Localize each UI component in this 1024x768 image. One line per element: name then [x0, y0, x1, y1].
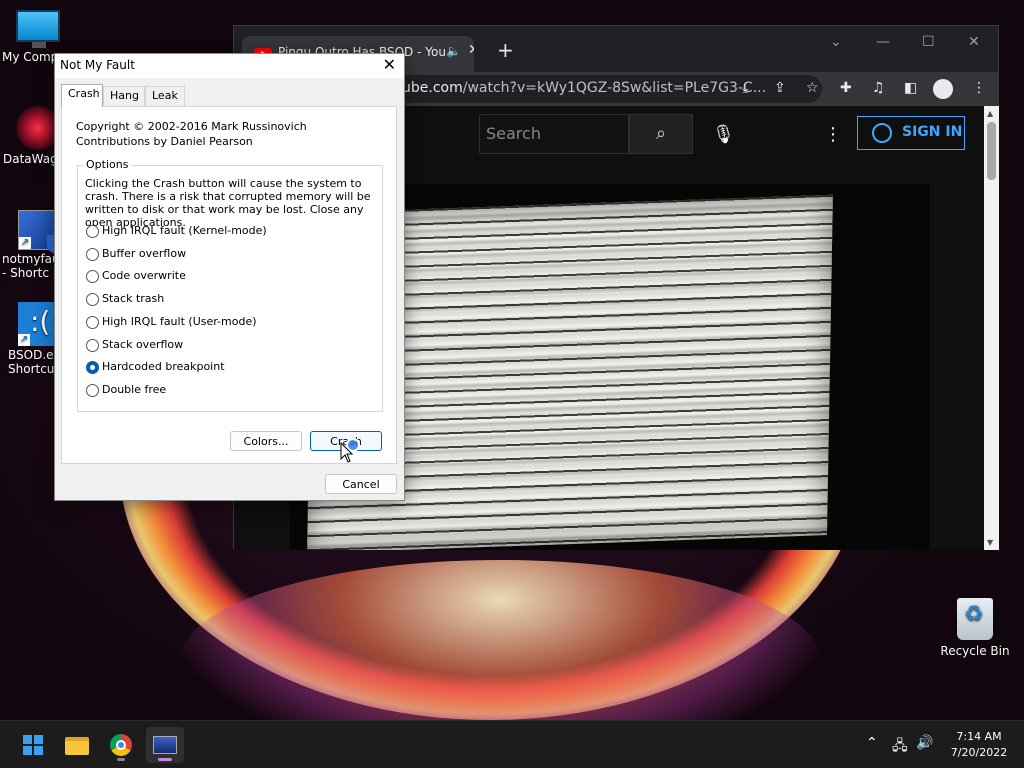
- option-hardcoded-breakpoint[interactable]: Hardcoded breakpoint: [86, 360, 225, 376]
- sign-in-button[interactable]: SIGN IN: [857, 116, 965, 150]
- network-icon[interactable]: 🖧: [892, 735, 908, 759]
- share-icon[interactable]: ⇪: [774, 80, 786, 96]
- crash-warning-text: Clicking the Crash button will cause the…: [85, 177, 371, 229]
- taskbar: ⌃ 🖧 🔊 7:14 AM 7/20/2022: [0, 720, 1024, 768]
- user-icon: [872, 123, 892, 143]
- clock-time: 7:14 AM: [956, 730, 1002, 743]
- option-label: Hardcoded breakpoint: [102, 360, 225, 373]
- tab-search-icon[interactable]: ⌄: [830, 34, 842, 50]
- shortcut-arrow-icon: ↗: [19, 237, 31, 249]
- notmyfault-dialog: Not My Fault ✕ Crash Hang Leak Copyright…: [54, 53, 405, 501]
- contributions-text: Contributions by Daniel Pearson: [76, 135, 253, 148]
- profile-avatar[interactable]: [933, 79, 953, 99]
- microphone-icon[interactable]: 🎙: [712, 124, 735, 145]
- option-label: High IRQL fault (User-mode): [102, 315, 257, 328]
- taskbar-chrome[interactable]: [102, 727, 140, 763]
- dialog-title: Not My Fault: [60, 58, 135, 72]
- taskbar-notmyfault[interactable]: [146, 727, 184, 763]
- radio-button[interactable]: [86, 225, 99, 238]
- start-button[interactable]: [13, 727, 51, 763]
- show-hidden-icons-icon[interactable]: ⌃: [866, 735, 878, 751]
- option-label: Double free: [102, 383, 167, 396]
- option-double-free[interactable]: Double free: [86, 383, 166, 399]
- radio-button-checked[interactable]: [86, 361, 99, 374]
- option-stack-overflow[interactable]: Stack overflow: [86, 338, 183, 354]
- radio-button[interactable]: [86, 339, 99, 352]
- taskbar-file-explorer[interactable]: [58, 727, 96, 763]
- tab-close-icon[interactable]: ✕: [468, 42, 474, 58]
- desktop-icon-label: Recycle Bin: [940, 644, 1010, 658]
- dialog-title-bar: Not My Fault ✕: [55, 54, 404, 78]
- radio-button[interactable]: [86, 270, 99, 283]
- option-label: Stack trash: [102, 292, 165, 305]
- radio-button[interactable]: [86, 248, 99, 261]
- computer-icon: [16, 10, 60, 48]
- minimize-button[interactable]: —: [876, 34, 890, 50]
- windows-logo-icon: [23, 735, 43, 755]
- bookmark-star-icon[interactable]: ☆: [806, 80, 819, 96]
- chrome-icon: [110, 734, 132, 756]
- option-code-overwrite[interactable]: Code overwrite: [86, 269, 186, 285]
- volume-icon[interactable]: 🔊: [916, 735, 933, 751]
- colors-button[interactable]: Colors...: [230, 431, 302, 451]
- recycle-bin-icon: [957, 598, 993, 640]
- speaker-icon[interactable]: 🔈: [446, 44, 461, 58]
- more-options-icon[interactable]: ⋮: [824, 124, 842, 145]
- browser-menu-icon[interactable]: ⋮: [972, 80, 986, 96]
- option-label: High IRQL fault (Kernel-mode): [102, 224, 267, 237]
- folder-icon: [65, 737, 89, 755]
- option-label: Stack overflow: [102, 338, 184, 351]
- radio-button[interactable]: [86, 384, 99, 397]
- option-label: Code overwrite: [102, 269, 186, 282]
- scroll-down-arrow-icon[interactable]: ▼: [987, 538, 993, 547]
- option-high-irql-kernel[interactable]: High IRQL fault (Kernel-mode): [86, 224, 267, 240]
- shortcut-arrow-icon: ↗: [18, 334, 30, 346]
- bsod-icon: :( ↗: [18, 302, 58, 346]
- tab-leak[interactable]: Leak: [145, 86, 185, 106]
- option-label: Buffer overflow: [102, 247, 187, 260]
- desktop-icon-recycle-bin[interactable]: Recycle Bin: [937, 598, 1013, 658]
- tab-crash[interactable]: Crash: [61, 84, 103, 107]
- options-label: Options: [83, 158, 132, 171]
- install-icon[interactable]: ⤓: [742, 80, 748, 96]
- side-panel-icon[interactable]: ◧: [904, 80, 917, 96]
- dialog-close-icon[interactable]: ✕: [383, 55, 396, 74]
- radio-button[interactable]: [86, 316, 99, 329]
- notmyfault-icon: [153, 736, 177, 754]
- youtube-search-input[interactable]: Search: [479, 114, 629, 154]
- sign-in-label: SIGN IN: [902, 124, 963, 140]
- crash-tab-panel: Copyright © 2002-2016 Mark Russinovich C…: [61, 106, 397, 464]
- address-host: ube.com: [402, 80, 463, 96]
- scroll-up-arrow-icon[interactable]: ▲: [987, 109, 993, 118]
- scroll-thumb[interactable]: [987, 122, 996, 180]
- options-groupbox: Options Clicking the Crash button will c…: [77, 158, 383, 412]
- radio-button[interactable]: [86, 293, 99, 306]
- tab-hang[interactable]: Hang: [103, 86, 145, 106]
- cancel-button[interactable]: Cancel: [325, 474, 397, 494]
- option-buffer-overflow[interactable]: Buffer overflow: [86, 247, 186, 263]
- taskbar-clock[interactable]: 7:14 AM 7/20/2022: [940, 729, 1018, 761]
- window-close-button[interactable]: ✕: [968, 34, 980, 50]
- address-path: /watch?v=kWy1QGZ-8Sw&list=PLe7G3-C...: [462, 80, 767, 96]
- new-tab-button[interactable]: +: [497, 38, 514, 62]
- extensions-icon[interactable]: ✚: [840, 80, 852, 96]
- media-control-icon[interactable]: ♫: [872, 80, 885, 96]
- option-high-irql-user[interactable]: High IRQL fault (User-mode): [86, 315, 257, 331]
- maximize-button[interactable]: ☐: [922, 34, 935, 50]
- search-icon[interactable]: ⌕: [629, 114, 693, 154]
- option-stack-trash[interactable]: Stack trash: [86, 292, 164, 308]
- copyright-text: Copyright © 2002-2016 Mark Russinovich: [76, 120, 307, 133]
- clock-date: 7/20/2022: [950, 746, 1008, 759]
- notmyfault-icon: ↗: [18, 210, 63, 253]
- running-indicator: [117, 758, 125, 761]
- active-indicator: [158, 758, 172, 761]
- page-scrollbar[interactable]: ▲ ▼: [984, 106, 999, 550]
